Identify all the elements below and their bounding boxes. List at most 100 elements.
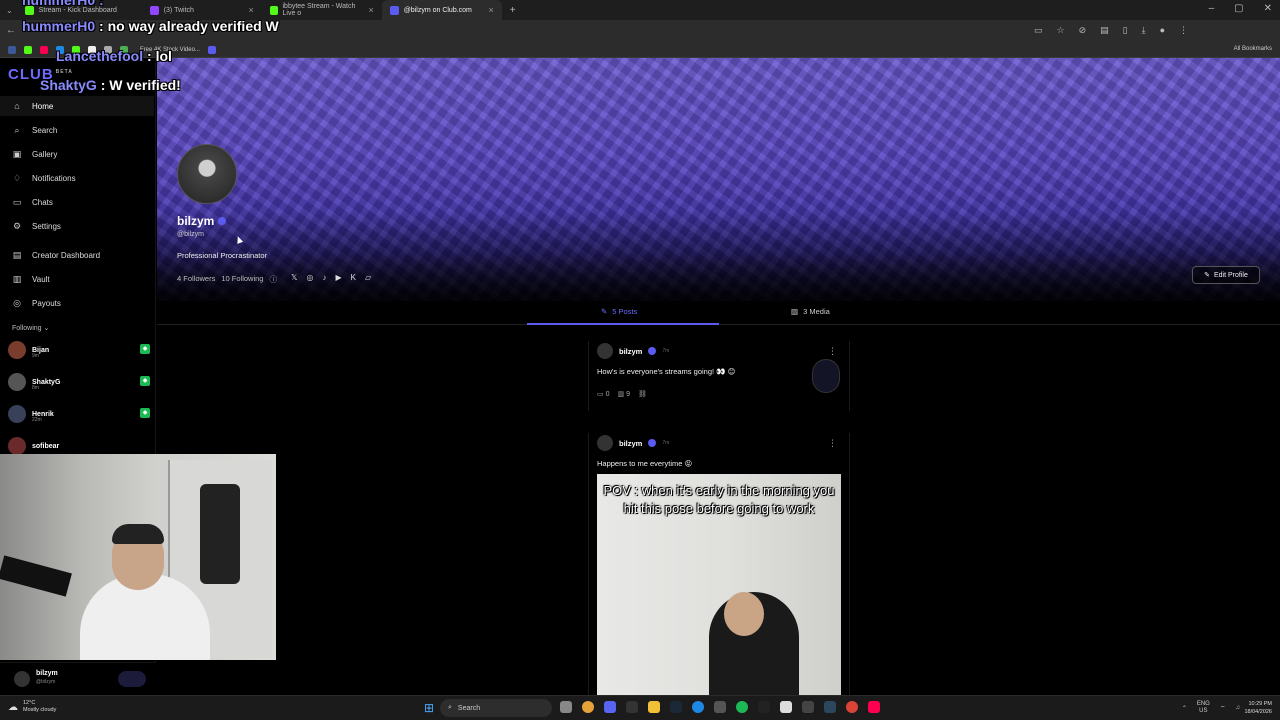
search-icon: ⌕ bbox=[14, 125, 20, 135]
language-indicator[interactable]: ENG US bbox=[1197, 701, 1210, 715]
bookmark-icon[interactable] bbox=[8, 45, 16, 54]
sidebar-item-settings[interactable]: ⚙ Settings bbox=[12, 221, 61, 232]
user-toggle[interactable] bbox=[118, 671, 146, 687]
chat-message: hummerH0 : no way already verified W bbox=[22, 18, 279, 34]
beta-badge: BETA bbox=[55, 69, 73, 75]
twitch-icon[interactable]: ▱ bbox=[365, 273, 371, 282]
following-item[interactable]: ShaktyG 8m ◆ bbox=[8, 369, 150, 395]
new-tab-button[interactable]: + bbox=[510, 5, 516, 16]
bookmark-icon[interactable] bbox=[24, 45, 32, 54]
sidebar-item-gallery[interactable]: ▣ Gallery bbox=[12, 149, 58, 160]
notes-icon[interactable] bbox=[780, 701, 792, 713]
youtube-icon[interactable]: ▶ bbox=[335, 273, 341, 282]
minimize-icon[interactable]: – bbox=[1209, 3, 1215, 14]
chrome-icon[interactable] bbox=[846, 701, 858, 713]
current-user[interactable]: bilzym @bilzym bbox=[0, 662, 156, 695]
star-icon[interactable]: ☆ bbox=[1056, 25, 1064, 36]
tab-media[interactable]: ▨ 3 Media bbox=[791, 307, 830, 316]
post-author[interactable]: bilzym bbox=[619, 439, 642, 448]
profile-bio: Professional Procrastinator bbox=[177, 251, 268, 260]
chevron-up-icon[interactable]: ⌃ bbox=[1182, 705, 1187, 712]
avatar[interactable] bbox=[597, 435, 613, 451]
wifi-icon[interactable]: ⌔ bbox=[1220, 704, 1226, 712]
bookmark-icon[interactable] bbox=[207, 45, 216, 54]
sidebar-item-chats[interactable]: ▭ Chats bbox=[12, 197, 53, 208]
sidebar-item-payouts[interactable]: ◎ Payouts bbox=[12, 298, 61, 309]
link-icon[interactable]: ⛓ bbox=[638, 390, 647, 398]
bookmark-icon[interactable] bbox=[40, 45, 48, 54]
following-item[interactable]: Bijan 9m ◆ bbox=[8, 337, 150, 363]
more-options-icon[interactable]: ⋮ bbox=[828, 438, 837, 449]
post-meta: ▭ 0 ▥ 9 ⛓ bbox=[597, 390, 841, 398]
post-author[interactable]: bilzym bbox=[619, 347, 642, 356]
sidebar-item-search[interactable]: ⌕ Search bbox=[12, 125, 57, 136]
window-close-icon[interactable]: ✕ bbox=[1264, 3, 1272, 14]
chat-user: Lancethefool bbox=[56, 48, 144, 64]
tab-twitch[interactable]: (3) Twitch × bbox=[142, 0, 262, 20]
obs-icon[interactable] bbox=[626, 701, 638, 713]
sidebar-icon[interactable]: ▯ bbox=[1123, 25, 1128, 36]
more-options-icon[interactable]: ⋮ bbox=[828, 346, 837, 357]
tab-label: (3) Twitch bbox=[163, 6, 194, 14]
x-icon[interactable]: 𝕏 bbox=[291, 273, 297, 282]
weather-widget[interactable]: ☁ 12°C Mostly cloudy bbox=[8, 700, 56, 714]
chrome-icon[interactable] bbox=[582, 701, 594, 713]
puzzle-icon[interactable]: ▤ bbox=[1100, 25, 1109, 36]
back-icon[interactable]: ← bbox=[6, 25, 16, 36]
tiktok-icon[interactable] bbox=[868, 701, 880, 713]
sidebar-item-notifications[interactable]: ♢ Notifications bbox=[12, 173, 76, 184]
sidebar-item-label: Vault bbox=[32, 275, 50, 284]
post-media[interactable]: POV : when it’s early in the morning you… bbox=[597, 474, 841, 700]
close-icon[interactable]: × bbox=[368, 5, 373, 15]
steam-icon[interactable] bbox=[670, 701, 682, 713]
info-icon[interactable]: ⓘ bbox=[269, 274, 277, 285]
followers-link[interactable]: 4 Followers bbox=[177, 274, 215, 285]
instagram-icon[interactable]: ◎ bbox=[306, 273, 313, 282]
taskbar-search[interactable]: ⌕ Search bbox=[440, 699, 552, 717]
tiktok-icon[interactable]: ♪ bbox=[322, 273, 326, 282]
volume-icon[interactable]: ♫ bbox=[1236, 705, 1241, 711]
close-icon[interactable]: × bbox=[248, 5, 253, 15]
sidebar-item-creator-dashboard[interactable]: ▤ Creator Dashboard bbox=[12, 250, 100, 261]
profile-handle: @bilzym bbox=[177, 231, 204, 238]
comment-button[interactable]: ▭ 0 bbox=[597, 390, 609, 398]
tab-club[interactable]: @bilzym on Club.com × bbox=[381, 0, 502, 20]
profile-icon[interactable]: ● bbox=[1160, 25, 1165, 36]
clock[interactable]: 10:29 PM 18/04/2026 bbox=[1244, 700, 1272, 716]
capcut-icon[interactable] bbox=[758, 701, 770, 713]
chat-partial-text: hummerH0 : bbox=[22, 0, 104, 8]
live-icon: ◆ bbox=[140, 408, 150, 418]
steam-icon[interactable] bbox=[824, 701, 836, 713]
taskview-icon[interactable] bbox=[560, 701, 572, 713]
tab-menu-icon[interactable]: ⌄ bbox=[6, 6, 13, 15]
edit-profile-button[interactable]: ✎ Edit Profile bbox=[1192, 266, 1260, 284]
sidebar-item-vault[interactable]: ▥ Vault bbox=[12, 274, 50, 285]
menu-icon[interactable]: ⋮ bbox=[1179, 25, 1188, 36]
following-item[interactable]: Henrik 22m ◆ bbox=[8, 401, 150, 427]
avatar bbox=[8, 341, 26, 359]
explorer-icon[interactable] bbox=[648, 701, 660, 713]
weather-temp: 12°C bbox=[23, 700, 36, 706]
download-icon[interactable]: ⤓ bbox=[1142, 25, 1146, 36]
profile-avatar[interactable] bbox=[177, 144, 237, 204]
following-link[interactable]: 10 Following bbox=[221, 274, 263, 285]
extensions-icon[interactable]: ⊘ bbox=[1079, 25, 1087, 36]
windows-start-icon[interactable]: ⊞ bbox=[424, 701, 434, 715]
discord-icon[interactable] bbox=[604, 701, 616, 713]
tab-posts[interactable]: ✎ 5 Posts bbox=[601, 307, 637, 316]
following-header[interactable]: Following ⌄ bbox=[12, 324, 49, 332]
avatar[interactable] bbox=[597, 343, 613, 359]
tab-ibbytee[interactable]: ibbytee Stream - Watch Live o × bbox=[262, 0, 382, 20]
all-bookmarks[interactable]: All Bookmarks bbox=[1234, 46, 1272, 52]
maximize-icon[interactable]: ▢ bbox=[1234, 3, 1243, 14]
edge-icon[interactable] bbox=[692, 701, 704, 713]
cast-icon[interactable]: ▭ bbox=[1034, 25, 1043, 36]
sidebar-item-home[interactable]: ⌂ Home bbox=[0, 96, 154, 116]
app-icon[interactable] bbox=[802, 701, 814, 713]
views-button[interactable]: ▥ 9 bbox=[617, 390, 629, 398]
payouts-icon: ◎ bbox=[13, 298, 21, 308]
spotify-icon[interactable] bbox=[736, 701, 748, 713]
kick-icon[interactable]: K bbox=[351, 273, 356, 282]
app-icon[interactable] bbox=[714, 701, 726, 713]
close-icon[interactable]: × bbox=[488, 5, 493, 15]
